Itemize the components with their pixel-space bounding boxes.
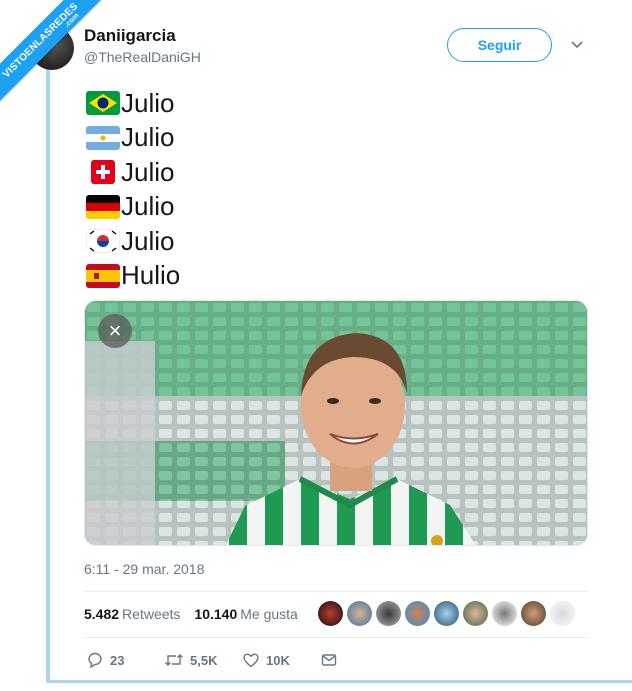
tweet-text: Julio Julio Julio Julio Julio Hulio [86,86,180,293]
retweet-count: 5,5K [190,652,218,668]
close-icon[interactable]: × [98,314,132,348]
spain-flag-icon [86,263,120,288]
tweet-line: Julio [86,86,180,121]
avatar[interactable] [405,601,430,626]
like-button[interactable]: 10K [242,651,320,669]
direct-message-button[interactable] [320,651,338,669]
tweet-line: Hulio [86,259,180,294]
heart-icon [243,653,259,668]
avatar[interactable] [463,601,488,626]
tweet-line-text: Julio [121,225,175,256]
likes-label: Me gusta [240,606,298,622]
tweet-timestamp[interactable]: 6:11 - 29 mar. 2018 [84,561,204,577]
envelope-icon [321,654,337,666]
divider [84,591,588,592]
south-korea-flag-icon [86,229,120,254]
tweet-line: Julio [86,224,180,259]
tweet-line-text: Julio [121,87,175,118]
avatar[interactable] [318,601,343,626]
retweet-button[interactable]: 5,5K [164,651,242,669]
retweets-stat[interactable]: 5.482 Retweets [84,606,180,622]
liker-avatars [318,601,575,626]
switzerland-flag-icon [86,160,120,185]
avatar[interactable] [550,601,575,626]
tweet-line-text: Julio [121,156,175,187]
reply-button[interactable]: 23 [86,651,164,669]
author-handle[interactable]: @TheRealDaniGH [84,49,201,65]
retweet-icon [165,654,183,666]
author-name[interactable]: Daniigarcia [84,26,176,46]
retweets-count: 5.482 [84,606,120,622]
tweet-line-text: Julio [121,191,175,222]
divider [84,637,588,638]
avatar[interactable] [434,601,459,626]
reply-icon [88,652,102,669]
tweet-line: Julio [86,121,180,156]
tweet-line: Julio [86,190,180,225]
avatar[interactable] [347,601,372,626]
retweets-label: Retweets [122,606,181,622]
likes-count: 10.140 [194,606,238,622]
like-count: 10K [266,652,290,668]
reply-count: 23 [110,652,125,668]
quote-frame-bottom [46,680,632,683]
tweet-line: Julio [86,155,180,190]
follow-button[interactable]: Seguir [447,28,552,62]
germany-flag-icon [86,194,120,219]
argentina-flag-icon [86,125,120,150]
chevron-down-icon[interactable] [570,38,584,52]
avatar[interactable] [492,601,517,626]
quote-frame-left [46,62,50,682]
avatar[interactable] [521,601,546,626]
tweet-media-photo[interactable] [84,300,588,546]
tweet-actions: 23 5,5K 10K [86,651,338,669]
tweet-stats: 5.482 Retweets 10.140 Me gusta [84,606,298,622]
brazil-flag-icon [86,91,120,116]
tweet-line-text: Julio [121,122,175,153]
avatar[interactable] [376,601,401,626]
likes-stat[interactable]: 10.140 Me gusta [194,606,297,622]
tweet-line-text: Hulio [121,260,181,291]
